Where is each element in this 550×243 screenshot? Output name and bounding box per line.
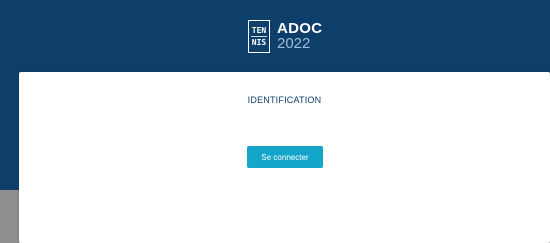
logo-text: ADOC 2022 bbox=[277, 21, 322, 52]
logo-year: 2022 bbox=[277, 35, 311, 52]
logo-line-2: NIS bbox=[251, 38, 267, 47]
connect-button[interactable]: Se connecter bbox=[247, 146, 323, 168]
logo-divider bbox=[251, 36, 267, 37]
site-logo: TEN NIS ADOC 2022 bbox=[248, 19, 322, 54]
logo-title: ADOC bbox=[277, 20, 323, 37]
tennis-logo-icon: TEN NIS bbox=[248, 20, 270, 53]
page-title: IDENTIFICATION bbox=[247, 95, 322, 105]
login-card: IDENTIFICATION Se connecter bbox=[19, 72, 550, 243]
logo-line-1: TEN bbox=[251, 26, 267, 35]
